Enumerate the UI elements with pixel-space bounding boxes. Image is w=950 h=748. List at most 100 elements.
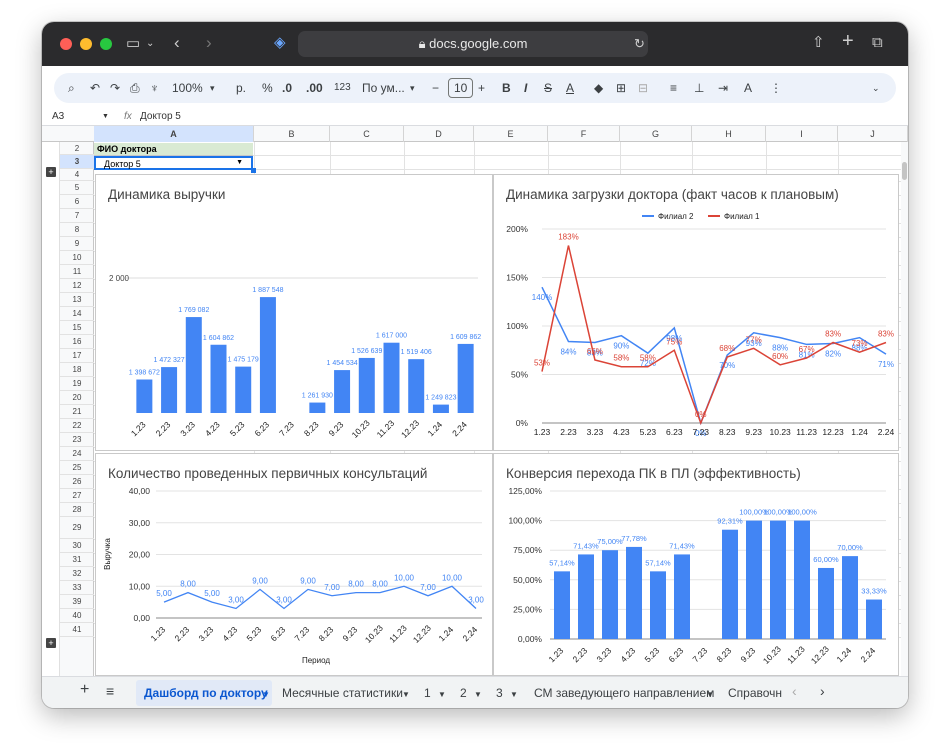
- cell-a2[interactable]: ФИО доктора: [94, 143, 253, 156]
- row-header-20[interactable]: 20: [60, 391, 94, 405]
- row-header-17[interactable]: 17: [60, 349, 94, 363]
- row-header-27[interactable]: 27: [60, 489, 94, 503]
- align-icon[interactable]: ≡: [670, 81, 677, 95]
- row-header-4[interactable]: 4: [60, 169, 94, 181]
- consultations-chart[interactable]: Количество проведенных первичных консуль…: [95, 453, 493, 676]
- vertical-scrollbar[interactable]: [901, 142, 908, 676]
- column-header-e[interactable]: E: [474, 126, 548, 142]
- paint-format-icon[interactable]: ♆: [150, 81, 159, 95]
- font-select[interactable]: По ум...: [362, 81, 405, 95]
- scroll-tabs-right-icon[interactable]: ›: [820, 684, 825, 698]
- add-sheet-button[interactable]: +: [80, 682, 89, 698]
- borders-icon[interactable]: ⊞: [616, 81, 626, 95]
- column-header-d[interactable]: D: [404, 126, 474, 142]
- back-icon[interactable]: ‹: [174, 34, 180, 51]
- rotate-text-icon[interactable]: A: [744, 81, 752, 95]
- merge-cells-icon[interactable]: ⊟: [638, 81, 648, 95]
- row-header-22[interactable]: 22: [60, 419, 94, 433]
- row-header-12[interactable]: 12: [60, 279, 94, 293]
- column-header-g[interactable]: G: [620, 126, 692, 142]
- tabs-overview-icon[interactable]: ⧉: [872, 35, 883, 51]
- load-chart[interactable]: Динамика загрузки доктора (факт часов к …: [493, 174, 899, 451]
- row-header-28[interactable]: 28: [60, 503, 94, 517]
- text-color-button[interactable]: A: [566, 81, 574, 95]
- row-header-41[interactable]: 41: [60, 623, 94, 637]
- row-header-14[interactable]: 14: [60, 307, 94, 321]
- search-icon[interactable]: ⌕: [68, 81, 75, 95]
- strikethrough-button[interactable]: S: [544, 81, 552, 95]
- new-tab-icon[interactable]: +: [842, 31, 854, 51]
- cell-a3[interactable]: Доктор 5 ▼: [94, 156, 253, 170]
- sheet-tab-2[interactable]: 2: [460, 686, 467, 700]
- zoom-select[interactable]: 100%: [172, 81, 203, 95]
- dropdown-arrow-icon[interactable]: ▼: [236, 159, 243, 166]
- row-header-24[interactable]: 24: [60, 447, 94, 461]
- row-header-23[interactable]: 23: [60, 433, 94, 447]
- row-header-21[interactable]: 21: [60, 405, 94, 419]
- font-size-increase-button[interactable]: +: [478, 81, 485, 95]
- formula-input[interactable]: Доктор 5: [140, 111, 181, 123]
- chevron-down-icon[interactable]: ▾: [410, 81, 415, 95]
- row-header-3[interactable]: 3: [60, 155, 94, 169]
- conversion-chart[interactable]: Конверсия перехода ПК в ПЛ (эффективност…: [493, 453, 899, 676]
- row-header-25[interactable]: 25: [60, 461, 94, 475]
- chevron-down-icon[interactable]: ▼: [706, 688, 714, 702]
- all-sheets-button[interactable]: ≡: [106, 684, 114, 698]
- row-header-33[interactable]: 33: [60, 581, 94, 595]
- column-header-f[interactable]: F: [548, 126, 620, 142]
- sheet-tab-3[interactable]: 3: [496, 686, 503, 700]
- row-header-9[interactable]: 9: [60, 237, 94, 251]
- column-header-i[interactable]: I: [766, 126, 838, 142]
- column-header-c[interactable]: C: [330, 126, 404, 142]
- chevron-down-icon[interactable]: ⌄: [146, 36, 154, 52]
- bold-button[interactable]: B: [502, 81, 511, 95]
- address-bar[interactable]: 🔒︎ docs.google.com: [298, 31, 648, 57]
- minimize-window-button[interactable]: [80, 38, 92, 50]
- number-format-button[interactable]: 123: [334, 81, 351, 95]
- sheet-tab-dashboard[interactable]: Дашборд по доктору: [144, 686, 268, 700]
- row-header-39[interactable]: 39: [60, 595, 94, 609]
- shield-icon[interactable]: ◈: [274, 35, 286, 51]
- row-header-32[interactable]: 32: [60, 567, 94, 581]
- chevron-down-icon[interactable]: ▾: [210, 81, 215, 95]
- row-header-5[interactable]: 5: [60, 181, 94, 195]
- row-header-6[interactable]: 6: [60, 195, 94, 209]
- zoom-window-button[interactable]: [100, 38, 112, 50]
- close-window-button[interactable]: [60, 38, 72, 50]
- fill-color-icon[interactable]: ◆: [594, 81, 603, 95]
- redo-icon[interactable]: ↷: [110, 81, 120, 95]
- wrap-icon[interactable]: ⇥: [718, 81, 728, 95]
- row-header-30[interactable]: 30: [60, 539, 94, 553]
- sheet-tab-1[interactable]: 1: [424, 686, 431, 700]
- row-header-10[interactable]: 10: [60, 251, 94, 265]
- reload-icon[interactable]: ↻: [634, 36, 645, 52]
- print-icon[interactable]: ⎙: [130, 81, 140, 95]
- chevron-down-icon[interactable]: ▼: [438, 688, 446, 702]
- scrollbar-thumb[interactable]: [902, 162, 907, 180]
- sheet-tab-reference[interactable]: Справочн: [728, 686, 784, 700]
- chevron-down-icon[interactable]: ▼: [402, 688, 410, 702]
- revenue-chart[interactable]: Динамика выручки 2 000 1 398 672 1.23 1 472…: [95, 174, 493, 451]
- undo-icon[interactable]: ↶: [90, 81, 100, 95]
- currency-button[interactable]: р.: [236, 81, 246, 95]
- row-header-31[interactable]: 31: [60, 553, 94, 567]
- font-size-input[interactable]: 10: [448, 78, 474, 98]
- row-header-29[interactable]: 29: [60, 517, 94, 539]
- share-icon[interactable]: ⇧: [812, 35, 825, 51]
- column-header-j[interactable]: J: [838, 126, 908, 142]
- name-box[interactable]: A3: [52, 111, 64, 123]
- percent-button[interactable]: %: [262, 81, 273, 95]
- chevron-down-icon[interactable]: ▼: [474, 688, 482, 702]
- column-header-h[interactable]: H: [692, 126, 766, 142]
- expand-group-button[interactable]: +: [46, 638, 56, 648]
- italic-button[interactable]: I: [524, 81, 527, 95]
- row-header-2[interactable]: 2: [60, 142, 94, 155]
- sheet-tab-monthly[interactable]: Месячные статистики: [282, 686, 403, 700]
- forward-icon[interactable]: ›: [206, 34, 212, 51]
- row-header-19[interactable]: 19: [60, 377, 94, 391]
- row-header-13[interactable]: 13: [60, 293, 94, 307]
- increase-decimals-button[interactable]: .00: [306, 81, 323, 95]
- expand-group-button[interactable]: +: [46, 167, 56, 177]
- collapse-toolbar-icon[interactable]: ⌄: [872, 81, 880, 95]
- fill-handle[interactable]: [251, 168, 256, 173]
